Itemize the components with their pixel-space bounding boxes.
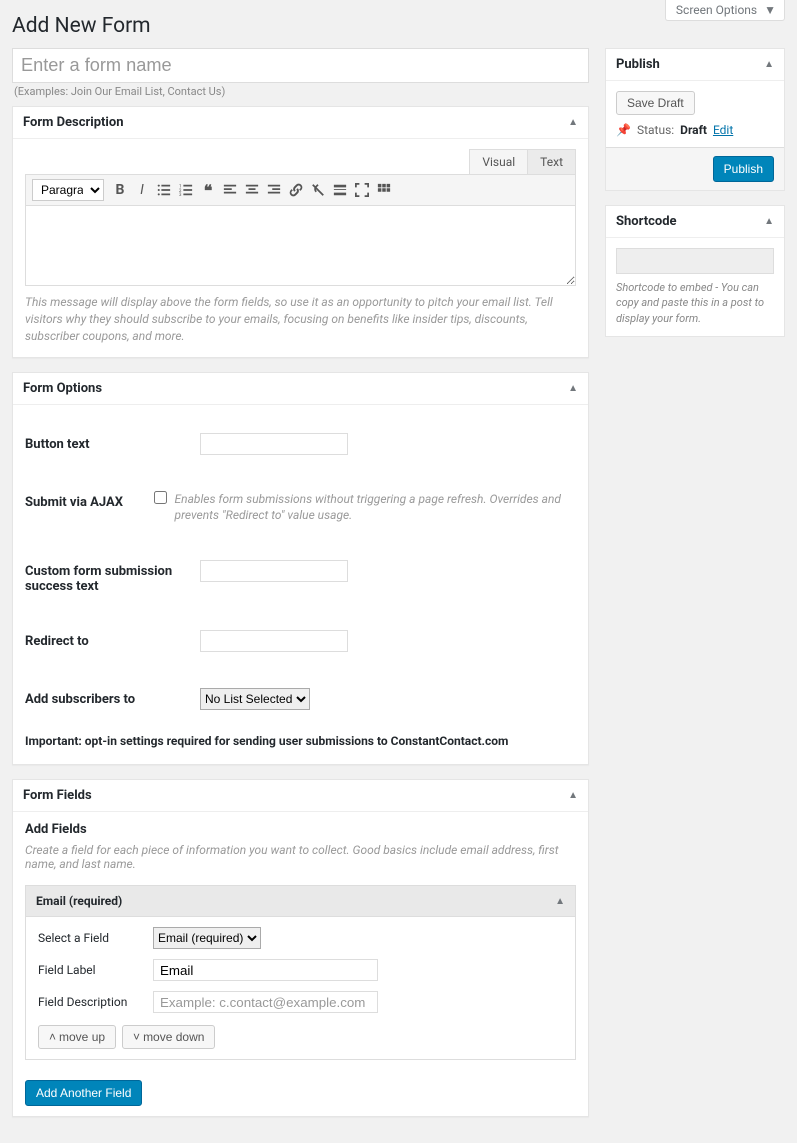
editor-textarea[interactable] [25, 206, 576, 286]
ajax-label: Submit via AJAX [25, 491, 154, 510]
shortcode-title: Shortcode [616, 214, 677, 229]
field-desc-input[interactable] [153, 991, 378, 1013]
svg-text:3: 3 [179, 193, 182, 197]
field-card-title: Email (required) [36, 894, 122, 908]
link-icon[interactable] [286, 180, 306, 200]
numbered-list-icon[interactable]: 123 [176, 180, 196, 200]
field-label-input[interactable] [153, 959, 378, 981]
align-center-icon[interactable] [242, 180, 262, 200]
form-fields-title: Form Fields [23, 788, 92, 803]
optin-important-note: Important: opt-in settings required for … [25, 728, 576, 754]
align-right-icon[interactable] [264, 180, 284, 200]
collapse-icon[interactable]: ▲ [555, 896, 565, 907]
move-down-button[interactable]: ˅ move down [122, 1025, 215, 1049]
chevron-down-icon: ˅ [133, 1030, 140, 1044]
field-card-email: Email (required) ▲ Select a Field Email … [25, 885, 576, 1060]
success-text-input[interactable] [200, 560, 348, 582]
read-more-icon[interactable] [330, 180, 350, 200]
editor-toolbar: Paragraph B I 123 ❝ [25, 174, 576, 206]
ajax-checkbox[interactable] [154, 491, 167, 504]
collapse-icon[interactable]: ▲ [764, 59, 774, 70]
add-subs-select[interactable]: No List Selected [200, 688, 310, 710]
editor-tab-visual[interactable]: Visual [469, 149, 528, 174]
status-label: Status: [637, 123, 674, 137]
select-field-label: Select a Field [38, 931, 153, 945]
status-value: Draft [680, 123, 707, 137]
chevron-down-icon: ▼ [764, 3, 776, 17]
ajax-help: Enables form submissions without trigger… [175, 491, 576, 525]
success-text-label: Custom form submission success text [25, 560, 200, 594]
italic-icon[interactable]: I [132, 180, 152, 200]
select-field-dropdown[interactable]: Email (required) [153, 927, 261, 949]
shortcode-hint: Shortcode to embed - You can copy and pa… [616, 280, 774, 326]
bullet-list-icon[interactable] [154, 180, 174, 200]
add-subs-label: Add subscribers to [25, 688, 200, 707]
screen-options-label: Screen Options [676, 3, 757, 17]
form-fields-box: Form Fields ▲ Add Fields Create a field … [12, 779, 589, 1117]
pin-icon: 📌 [616, 123, 631, 137]
move-up-button[interactable]: ˄ move up [38, 1025, 116, 1049]
publish-title: Publish [616, 57, 660, 72]
form-name-hint: (Examples: Join Our Email List, Contact … [12, 83, 589, 98]
form-description-hint: This message will display above the form… [25, 286, 576, 346]
collapse-icon[interactable]: ▲ [568, 383, 578, 394]
align-left-icon[interactable] [220, 180, 240, 200]
collapse-icon[interactable]: ▲ [568, 790, 578, 801]
redirect-input[interactable] [200, 630, 348, 652]
shortcode-box: Shortcode ▲ Shortcode to embed - You can… [605, 205, 785, 337]
add-fields-hint: Create a field for each piece of informa… [25, 843, 576, 871]
chevron-up-icon: ˄ [49, 1030, 56, 1044]
collapse-icon[interactable]: ▲ [568, 117, 578, 128]
unlink-icon[interactable] [308, 180, 328, 200]
shortcode-input[interactable] [616, 248, 774, 274]
screen-options-toggle[interactable]: Screen Options ▼ [665, 0, 785, 21]
form-name-input[interactable] [12, 48, 589, 83]
bold-icon[interactable]: B [110, 180, 130, 200]
add-another-field-button[interactable]: Add Another Field [25, 1080, 142, 1106]
add-fields-heading: Add Fields [25, 822, 576, 837]
publish-box: Publish ▲ Save Draft 📌 Status: Draft Edi… [605, 48, 785, 191]
form-description-box: Form Description ▲ Visual Text Paragraph [12, 106, 589, 357]
button-text-label: Button text [25, 433, 200, 452]
edit-status-link[interactable]: Edit [713, 123, 733, 137]
fullscreen-icon[interactable] [352, 180, 372, 200]
toolbar-toggle-icon[interactable] [374, 180, 394, 200]
form-options-title: Form Options [23, 381, 102, 396]
collapse-icon[interactable]: ▲ [764, 216, 774, 227]
button-text-input[interactable] [200, 433, 348, 455]
blockquote-icon[interactable]: ❝ [198, 180, 218, 200]
field-label-label: Field Label [38, 963, 153, 977]
publish-button[interactable]: Publish [713, 156, 774, 182]
editor-tab-text[interactable]: Text [527, 149, 576, 174]
field-desc-label: Field Description [38, 995, 153, 1009]
form-description-title: Form Description [23, 115, 124, 130]
format-select[interactable]: Paragraph [32, 179, 104, 201]
save-draft-button[interactable]: Save Draft [616, 91, 695, 115]
redirect-label: Redirect to [25, 630, 200, 649]
form-options-box: Form Options ▲ Button text Submit via AJ… [12, 372, 589, 766]
